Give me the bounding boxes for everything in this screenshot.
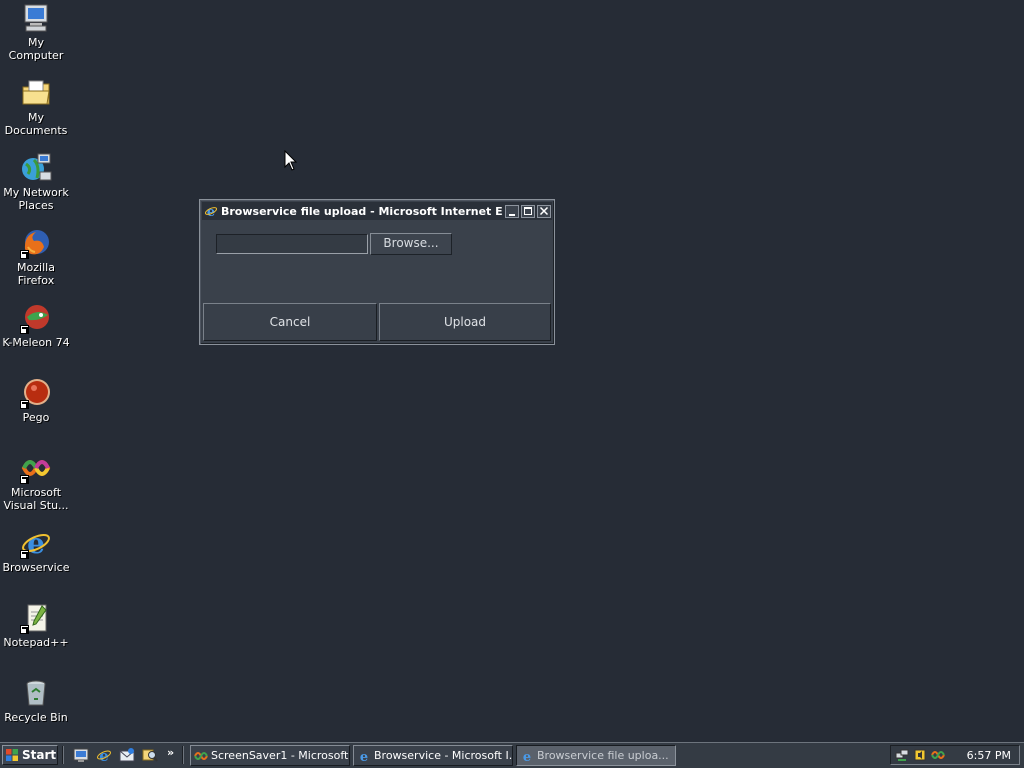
desktop-icon-recycle-bin[interactable]: Recycle Bin xyxy=(0,677,72,724)
desktop-icon-label: Recycle Bin xyxy=(4,711,68,724)
taskbar-separator xyxy=(182,746,184,764)
visual-studio-icon[interactable] xyxy=(931,748,945,762)
internet-explorer-icon: e xyxy=(97,747,111,763)
firefox-icon xyxy=(20,227,52,259)
quick-launch-search[interactable] xyxy=(142,747,158,763)
network-places-icon xyxy=(20,152,52,184)
shortcut-arrow-icon xyxy=(20,625,29,634)
desktop-icon-label: Mozilla Firefox xyxy=(17,261,55,287)
svg-text:e: e xyxy=(99,747,109,763)
desktop-icon-label: Browservice xyxy=(2,561,70,574)
windows-logo-icon xyxy=(6,749,18,761)
desktop-icon-visual-studio[interactable]: Microsoft Visual Stu... xyxy=(0,452,72,512)
desktop: My Computer My Documents My Network Plac… xyxy=(0,0,1024,742)
pego-icon xyxy=(20,377,52,409)
shortcut-arrow-icon xyxy=(20,550,29,559)
task-button-browservice-file-upload[interactable]: e Browservice file uploa... xyxy=(516,745,676,766)
k-meleon-icon xyxy=(20,302,52,334)
start-button[interactable]: Start xyxy=(2,745,58,765)
svg-text:e: e xyxy=(523,750,531,763)
desktop-icon-my-computer[interactable]: My Computer xyxy=(0,2,72,62)
desktop-icon-my-network-places[interactable]: My Network Places xyxy=(0,152,72,212)
window-title: Browservice file upload - Microsoft Inte… xyxy=(221,204,503,218)
quick-launch-outlook-express[interactable] xyxy=(119,747,135,763)
shortcut-arrow-icon xyxy=(20,250,29,259)
desktop-icon-label: Notepad++ xyxy=(3,636,69,649)
quick-launch-chevron[interactable]: » xyxy=(167,746,174,759)
window-titlebar[interactable]: e Browservice file upload - Microsoft In… xyxy=(202,202,552,220)
desktop-icon-k-meleon[interactable]: K-Meleon 74 xyxy=(0,302,72,349)
task-label: Browservice - Microsoft I... xyxy=(374,749,512,762)
desktop-icon-label: Microsoft Visual Stu... xyxy=(3,486,69,512)
notepad-plus-plus-icon xyxy=(20,602,52,634)
quick-launch-show-desktop[interactable] xyxy=(73,747,89,763)
computer-icon xyxy=(20,2,52,34)
desktop-icon-label: My Documents xyxy=(4,111,68,137)
shortcut-arrow-icon xyxy=(20,400,29,409)
cancel-button[interactable]: Cancel xyxy=(203,303,377,341)
minimize-icon xyxy=(509,213,515,216)
svg-text:e: e xyxy=(27,527,45,559)
file-upload-window: e Browservice file upload - Microsoft In… xyxy=(199,199,555,345)
task-button-screensaver[interactable]: ScreenSaver1 - Microsoft ... xyxy=(190,745,350,766)
shortcut-arrow-icon xyxy=(20,475,29,484)
taskbar: Start e » ScreenSaver1 - Microsoft ... e… xyxy=(0,742,1024,768)
taskbar-separator xyxy=(62,746,64,764)
desktop-icon-label: K-Meleon 74 xyxy=(2,336,70,349)
task-button-browservice[interactable]: e Browservice - Microsoft I... xyxy=(353,745,513,766)
desktop-icon-my-documents[interactable]: My Documents xyxy=(0,77,72,137)
close-button[interactable] xyxy=(537,204,551,218)
start-label: Start xyxy=(22,748,57,762)
svg-text:e: e xyxy=(360,750,368,763)
file-path-input[interactable] xyxy=(216,234,368,254)
internet-explorer-icon: e xyxy=(360,750,368,763)
internet-explorer-icon: e xyxy=(20,527,52,559)
desktop-icon-label: Pego xyxy=(22,411,50,424)
internet-explorer-icon: e xyxy=(204,205,218,218)
desktop-icon-label: My Network Places xyxy=(3,186,69,212)
folder-documents-icon xyxy=(20,77,52,109)
internet-explorer-icon: e xyxy=(523,750,531,763)
desktop-icon-mozilla-firefox[interactable]: Mozilla Firefox xyxy=(0,227,72,287)
desktop-icon-label: My Computer xyxy=(8,36,64,62)
visual-studio-icon xyxy=(194,751,208,760)
desktop-icon-pego[interactable]: Pego xyxy=(0,377,72,424)
minimize-button[interactable] xyxy=(505,204,519,218)
system-tray: 6:57 PM xyxy=(890,745,1020,765)
outlook-express-icon xyxy=(119,748,135,762)
search-icon xyxy=(142,749,158,762)
mouse-cursor-icon xyxy=(284,150,298,171)
close-icon xyxy=(539,206,549,215)
upload-button[interactable]: Upload xyxy=(379,303,551,341)
task-label: Browservice file uploa... xyxy=(537,749,669,762)
recycle-bin-icon xyxy=(20,677,52,709)
sound-icon[interactable] xyxy=(913,748,927,762)
network-icon[interactable] xyxy=(895,748,909,762)
browse-button[interactable]: Browse... xyxy=(370,233,452,255)
desktop-icon-browservice[interactable]: e Browservice xyxy=(0,527,72,574)
clock[interactable]: 6:57 PM xyxy=(967,749,1011,762)
shortcut-arrow-icon xyxy=(20,325,29,334)
show-desktop-icon xyxy=(73,748,89,762)
desktop-icon-notepad-plus-plus[interactable]: Notepad++ xyxy=(0,602,72,649)
task-label: ScreenSaver1 - Microsoft ... xyxy=(211,749,349,762)
maximize-button[interactable] xyxy=(521,204,535,218)
maximize-icon xyxy=(524,206,532,215)
visual-studio-icon xyxy=(20,452,52,484)
quick-launch-internet-explorer[interactable]: e xyxy=(96,747,112,763)
